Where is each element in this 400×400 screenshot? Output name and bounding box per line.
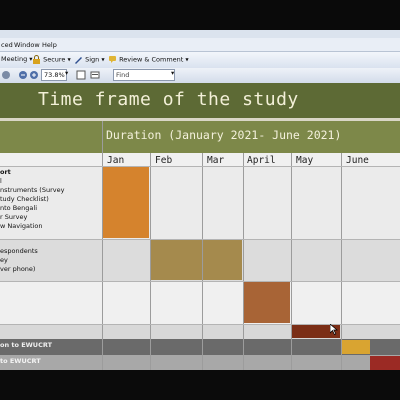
task-row-3 bbox=[0, 281, 400, 324]
task-label: ver phone) bbox=[0, 265, 36, 273]
task-label: nto Bengali bbox=[0, 204, 38, 212]
document-area: Time frame of the study Duration (Januar… bbox=[0, 83, 400, 400]
secure-label: Secure bbox=[43, 55, 66, 64]
menu-item-help[interactable]: Help bbox=[42, 41, 57, 49]
grid-line bbox=[291, 153, 292, 371]
comment-icon bbox=[109, 56, 116, 63]
lock-icon bbox=[33, 55, 40, 64]
review-label: Review & Comment bbox=[119, 55, 184, 64]
grid-line bbox=[0, 239, 400, 240]
main-toolbar: Meeting ▾ Secure ▾ Sign ▾ Review & Comme… bbox=[0, 51, 400, 69]
slide-title: Time frame of the study bbox=[38, 89, 299, 110]
bar-jan bbox=[103, 167, 149, 238]
task-label: nstruments (Survey bbox=[0, 186, 65, 194]
task-label: to EWUCRT bbox=[0, 357, 41, 365]
month-feb: Feb bbox=[155, 155, 173, 166]
month-jan: Jan bbox=[107, 155, 125, 166]
task-label: on to EWUCRT bbox=[0, 341, 52, 349]
task-label: espondents bbox=[0, 247, 38, 255]
grid-line bbox=[150, 153, 151, 371]
menu-bar: ced Window Help bbox=[0, 38, 400, 51]
bar-feb-mar bbox=[151, 240, 242, 280]
month-header-row bbox=[0, 153, 400, 166]
sign-button[interactable]: Sign ▾ bbox=[74, 55, 105, 64]
navigation-toolbar: 73.8% ▾ Find ▾ bbox=[0, 68, 400, 84]
zoom-level-field[interactable]: 73.8% bbox=[41, 69, 67, 81]
bottom-dark-band bbox=[0, 370, 400, 400]
grid-line bbox=[202, 153, 203, 371]
secure-button[interactable]: Secure ▾ bbox=[32, 55, 71, 64]
month-april: April bbox=[247, 155, 276, 166]
menu-item-advanced[interactable]: ced bbox=[1, 41, 13, 49]
pdf-viewer-window: ced Window Help Meeting ▾ Secure ▾ Sign … bbox=[0, 30, 400, 400]
grid-line bbox=[102, 121, 103, 371]
task-label: ort bbox=[0, 168, 11, 176]
task-label: r Survey bbox=[0, 213, 28, 221]
duration-label: Duration (January 2021- June 2021) bbox=[106, 128, 342, 142]
task-row-5 bbox=[0, 339, 400, 355]
zoom-dropdown-icon[interactable]: ▾ bbox=[65, 69, 68, 77]
bar-april bbox=[244, 282, 290, 323]
grid-line bbox=[0, 324, 400, 325]
mouse-pointer-icon bbox=[330, 324, 338, 335]
month-may: May bbox=[296, 155, 314, 166]
pen-icon bbox=[75, 57, 82, 64]
task-row-4 bbox=[0, 324, 400, 339]
review-comment-button[interactable]: Review & Comment ▾ bbox=[108, 55, 189, 64]
grid-line bbox=[0, 281, 400, 282]
task-label: l bbox=[0, 177, 2, 185]
find-input[interactable]: Find bbox=[113, 69, 175, 81]
zoom-in-icon[interactable] bbox=[29, 70, 39, 82]
sign-label: Sign bbox=[85, 55, 100, 64]
zoom-out-icon[interactable] bbox=[18, 70, 28, 82]
task-row-6 bbox=[0, 355, 400, 371]
fit-width-icon[interactable] bbox=[90, 70, 100, 82]
month-june: June bbox=[346, 155, 369, 166]
meeting-label: Meeting bbox=[1, 55, 28, 63]
slide-page: Time frame of the study Duration (Januar… bbox=[0, 83, 400, 400]
fit-page-icon[interactable] bbox=[76, 70, 86, 82]
meeting-button[interactable]: Meeting ▾ bbox=[1, 55, 33, 63]
hand-tool-icon[interactable] bbox=[1, 70, 11, 82]
grid-line bbox=[341, 153, 342, 371]
bar-june-b bbox=[370, 356, 400, 370]
task-row-1 bbox=[0, 166, 400, 239]
find-dropdown-icon[interactable]: ▾ bbox=[171, 69, 174, 77]
month-mar: Mar bbox=[207, 155, 225, 166]
top-dark-band bbox=[0, 0, 400, 30]
task-label: ey bbox=[0, 256, 8, 264]
task-label: tudy Checklist) bbox=[0, 195, 49, 203]
grid-line bbox=[243, 153, 244, 371]
grid-line bbox=[0, 166, 400, 167]
task-label: w Navigation bbox=[0, 222, 43, 230]
bar-june-a bbox=[342, 340, 370, 354]
menu-item-window[interactable]: Window bbox=[14, 41, 40, 49]
